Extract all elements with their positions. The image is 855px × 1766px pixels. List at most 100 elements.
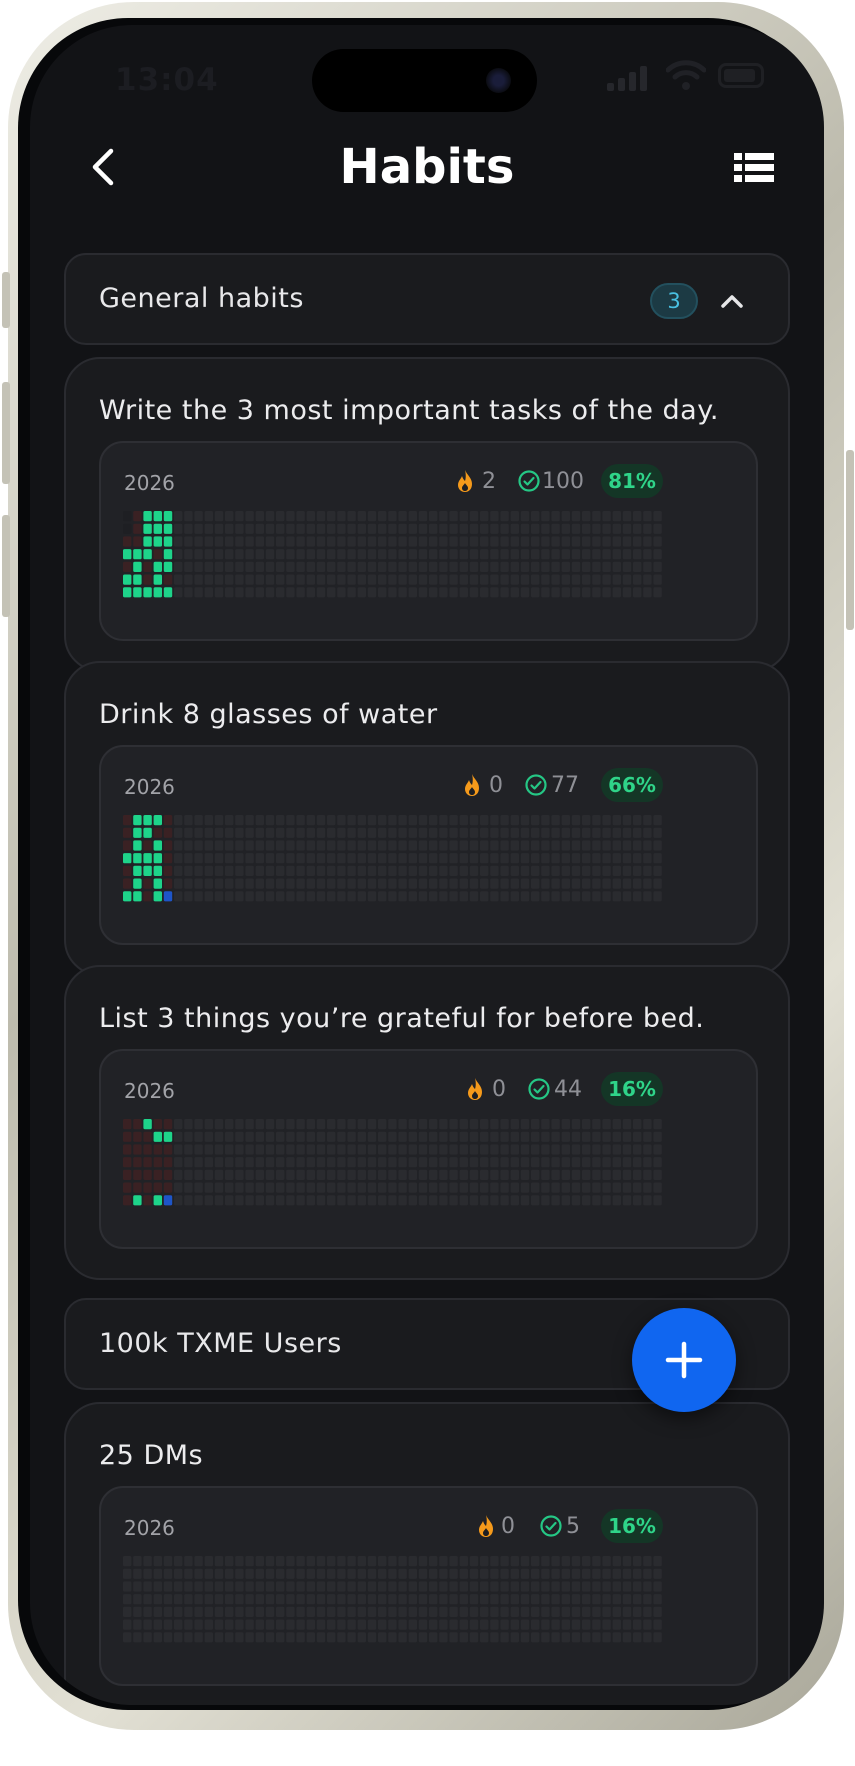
grid-day-cell xyxy=(316,1182,326,1193)
grid-day-cell xyxy=(408,1632,417,1643)
grid-day-cell xyxy=(235,1556,244,1567)
grid-day-cell xyxy=(592,587,601,598)
grid-day-cell xyxy=(622,1581,632,1592)
grid-day-cell xyxy=(602,1556,611,1567)
grid-day-cell xyxy=(480,1182,489,1193)
grid-day-cell xyxy=(418,865,428,876)
grid-day-cell xyxy=(612,1144,621,1155)
grid-day-cell xyxy=(143,1556,152,1567)
grid-day-cell xyxy=(133,549,142,560)
grid-day-cell xyxy=(520,827,530,838)
grid-day-cell xyxy=(276,1581,285,1592)
check-circle-icon xyxy=(540,1515,562,1537)
grid-day-cell xyxy=(612,1568,621,1579)
grid-day-cell xyxy=(153,523,162,534)
grid-day-cell xyxy=(418,561,428,572)
add-habit-button[interactable] xyxy=(632,1308,736,1412)
grid-day-cell xyxy=(133,1632,142,1643)
grid-day-cell xyxy=(367,1581,377,1592)
grid-day-cell xyxy=(194,1195,203,1206)
grid-day-cell xyxy=(439,561,448,572)
grid-day-cell xyxy=(276,1619,285,1630)
grid-day-cell xyxy=(337,549,346,560)
grid-day-cell xyxy=(265,1568,275,1579)
grid-day-cell xyxy=(408,587,417,598)
grid-day-cell xyxy=(592,523,601,534)
grid-day-cell xyxy=(653,1594,662,1605)
grid-day-cell xyxy=(459,840,468,851)
grid-day-cell xyxy=(541,1556,550,1567)
grid-day-cell xyxy=(174,1157,183,1168)
list-view-button[interactable] xyxy=(734,151,780,191)
habit-card[interactable]: List 3 things you’re grateful for before… xyxy=(64,965,790,1280)
grid-day-cell xyxy=(633,574,642,585)
grid-day-cell xyxy=(561,1556,570,1567)
grid-day-cell xyxy=(194,1619,203,1630)
grid-day-cell xyxy=(296,574,305,585)
grid-day-cell xyxy=(602,891,611,902)
grid-day-cell xyxy=(480,840,489,851)
group-header-general-habits[interactable]: General habits 3 xyxy=(64,253,790,345)
grid-day-cell xyxy=(429,1619,438,1630)
grid-day-cell xyxy=(551,1632,560,1643)
habit-card[interactable]: Write the 3 most important tasks of the … xyxy=(64,357,790,672)
grid-day-cell xyxy=(592,1131,601,1142)
grid-day-cell xyxy=(633,1568,642,1579)
grid-day-cell xyxy=(510,587,519,598)
grid-day-cell xyxy=(429,549,438,560)
grid-day-cell xyxy=(306,1594,315,1605)
grid-day-cell xyxy=(480,878,489,889)
grid-day-cell xyxy=(337,574,346,585)
grid-day-cell xyxy=(520,523,530,534)
grid-day-cell xyxy=(153,827,162,838)
grid-day-cell xyxy=(520,574,530,585)
grid-day-cell xyxy=(633,1619,642,1630)
grid-day-cell xyxy=(531,1131,540,1142)
grid-day-cell xyxy=(571,1144,581,1155)
grid-day-cell xyxy=(214,1182,224,1193)
grid-day-cell xyxy=(214,815,224,826)
grid-day-cell xyxy=(633,523,642,534)
grid-day-cell xyxy=(153,891,162,902)
grid-day-cell xyxy=(184,853,193,864)
grid-day-cell xyxy=(123,853,132,864)
habit-card[interactable]: 25 DMs 2026 0 5 16% xyxy=(64,1402,790,1705)
grid-day-cell xyxy=(388,891,397,902)
grid-day-cell xyxy=(337,1157,346,1168)
grid-day-cell xyxy=(163,1568,173,1579)
habit-card[interactable]: Drink 8 glasses of water 2026 0 77 66% xyxy=(64,661,790,976)
grid-day-cell xyxy=(449,574,458,585)
grid-day-cell xyxy=(276,1556,285,1567)
phone-volume-up-button xyxy=(2,382,10,484)
grid-day-cell xyxy=(561,561,570,572)
grid-day-cell xyxy=(143,891,152,902)
grid-day-cell xyxy=(388,1619,397,1630)
grid-day-cell xyxy=(235,1157,244,1168)
grid-day-cell xyxy=(357,1195,366,1206)
grid-day-cell xyxy=(643,1606,652,1617)
grid-day-cell xyxy=(449,1182,458,1193)
grid-day-cell xyxy=(551,853,560,864)
grid-day-cell xyxy=(225,1619,234,1630)
grid-day-cell xyxy=(469,840,479,851)
grid-day-cell xyxy=(571,1195,581,1206)
grid-day-cell xyxy=(622,827,632,838)
grid-day-cell xyxy=(541,1594,550,1605)
grid-day-cell xyxy=(643,891,652,902)
grid-day-cell xyxy=(398,815,407,826)
grid-day-cell xyxy=(612,1182,621,1193)
grid-day-cell xyxy=(429,1581,438,1592)
grid-day-cell xyxy=(541,523,550,534)
grid-day-cell xyxy=(347,1144,356,1155)
grid-day-cell xyxy=(204,1632,213,1643)
grid-day-cell xyxy=(276,891,285,902)
grid-day-cell xyxy=(276,853,285,864)
grid-day-cell xyxy=(561,865,570,876)
grid-day-cell xyxy=(153,1632,162,1643)
grid-day-cell xyxy=(459,827,468,838)
grid-day-cell xyxy=(296,1119,305,1130)
chevron-up-icon[interactable] xyxy=(708,277,756,325)
grid-day-cell xyxy=(500,1144,509,1155)
completed-count: 44 xyxy=(554,1077,582,1102)
habit-title: Drink 8 glasses of water xyxy=(99,699,438,730)
